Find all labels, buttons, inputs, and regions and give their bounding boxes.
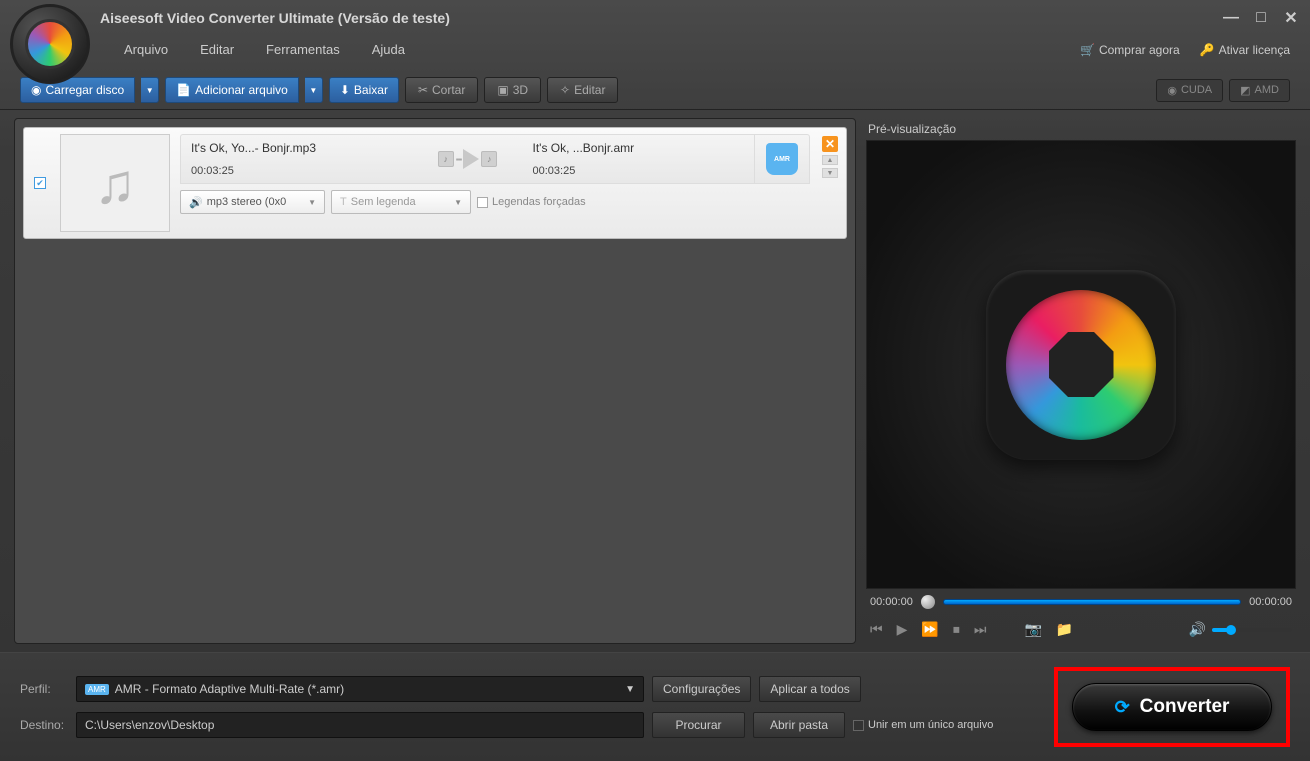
text-icon: T	[340, 196, 347, 208]
source-duration: 00:03:25	[191, 165, 403, 177]
amd-icon: ◩	[1240, 84, 1250, 97]
editar-button[interactable]: ✧Editar	[547, 77, 618, 103]
amd-badge[interactable]: ◩AMD	[1229, 79, 1290, 102]
convert-highlight: ⟳ Converter	[1054, 667, 1290, 747]
preview-placeholder-icon	[986, 270, 1176, 460]
maximize-button[interactable]: □	[1252, 9, 1270, 27]
destino-label: Destino:	[20, 718, 68, 732]
folder-button[interactable]: 📁	[1056, 621, 1073, 638]
toolbar: ◉Carregar disco ▼ 📄Adicionar arquivo ▼ ⬇…	[0, 71, 1310, 110]
adicionar-arquivo-button[interactable]: 📄Adicionar arquivo	[165, 77, 299, 103]
disc-icon: ◉	[31, 83, 41, 97]
format-badge[interactable]: AMR	[754, 134, 809, 184]
baixar-button[interactable]: ⬇Baixar	[329, 77, 399, 103]
cart-icon: 🛒	[1080, 43, 1095, 57]
audio-track-select[interactable]: 🔊mp3 stereo (0x0▼	[180, 190, 325, 214]
move-up-button[interactable]: ▲	[822, 155, 838, 165]
perfil-label: Perfil:	[20, 682, 68, 696]
preview-label: Pré-visualização	[866, 118, 1296, 140]
menu-editar[interactable]: Editar	[196, 36, 238, 63]
titlebar: Aiseesoft Video Converter Ultimate (Vers…	[0, 0, 1310, 36]
cortar-button[interactable]: ✂Cortar	[405, 77, 478, 103]
app-logo-icon	[10, 4, 90, 84]
time-current: 00:00:00	[870, 596, 913, 608]
timeline-track[interactable]	[943, 599, 1241, 605]
abrir-pasta-button[interactable]: Abrir pasta	[753, 712, 845, 738]
amr-icon: AMR	[85, 684, 109, 695]
chevron-down-icon: ▼	[625, 684, 635, 695]
snapshot-button[interactable]: 📷	[1024, 621, 1041, 638]
aplicar-todos-button[interactable]: Aplicar a todos	[759, 676, 860, 702]
unir-checkbox[interactable]: Unir em um único arquivo	[853, 719, 993, 731]
refresh-icon: ⟳	[1115, 697, 1130, 718]
configuracoes-button[interactable]: Configurações	[652, 676, 751, 702]
cuda-badge[interactable]: ◉CUDA	[1156, 79, 1223, 102]
perfil-dropdown[interactable]: AMRAMR - Formato Adaptive Multi-Rate (*.…	[76, 676, 644, 702]
converter-button[interactable]: ⟳ Converter	[1072, 683, 1272, 731]
play-button[interactable]: ▶	[897, 621, 908, 638]
carregar-disco-dropdown[interactable]: ▼	[141, 77, 159, 103]
preview-video	[866, 140, 1296, 589]
prev-button[interactable]: ⏮	[870, 621, 883, 638]
download-icon: ⬇	[340, 83, 350, 97]
speaker-icon: 🔊	[189, 196, 203, 209]
add-file-icon: 📄	[176, 83, 191, 97]
file-list: ✔ ♫ It's Ok, Yo...- Bonjr.mp3 00:03:25 ♪…	[14, 118, 856, 644]
next-button[interactable]: ⏭	[974, 621, 987, 638]
conversion-arrow-icon: ♪ ▪▪▪ ♪	[413, 149, 523, 169]
header: Arquivo Editar Ferramentas Ajuda 🛒Compra…	[0, 36, 1310, 71]
menu-ferramentas[interactable]: Ferramentas	[262, 36, 344, 63]
scissors-icon: ✂	[418, 83, 428, 97]
close-button[interactable]: ✕	[1282, 9, 1300, 27]
edit-icon: ✧	[560, 83, 570, 97]
nvidia-icon: ◉	[1167, 84, 1177, 97]
procurar-button[interactable]: Procurar	[652, 712, 745, 738]
3d-icon: ▣	[497, 83, 508, 97]
time-total: 00:00:00	[1249, 596, 1292, 608]
stop-button[interactable]: ⏹	[953, 621, 960, 638]
comprar-link[interactable]: 🛒Comprar agora	[1080, 43, 1180, 57]
preview-panel: Pré-visualização 00:00:00 00:00:00 ⏮ ▶ ⏩…	[866, 118, 1296, 644]
volume-icon[interactable]: 🔊	[1189, 621, 1206, 638]
dest-filename: It's Ok, ...Bonjr.amr	[533, 141, 745, 155]
adicionar-arquivo-dropdown[interactable]: ▼	[305, 77, 323, 103]
window-title: Aiseesoft Video Converter Ultimate (Vers…	[100, 10, 1210, 26]
file-checkbox[interactable]: ✔	[34, 177, 46, 189]
ativar-link[interactable]: 🔑Ativar licença	[1200, 43, 1290, 57]
file-thumbnail: ♫	[60, 134, 170, 232]
fast-forward-button[interactable]: ⏩	[921, 621, 938, 638]
menu-ajuda[interactable]: Ajuda	[368, 36, 409, 63]
remove-file-button[interactable]: ✕	[822, 136, 838, 152]
forced-subtitles-checkbox[interactable]: Legendas forçadas	[477, 196, 586, 208]
menubar: Arquivo Editar Ferramentas Ajuda	[120, 36, 1080, 63]
music-note-icon: ♫	[94, 151, 136, 216]
key-icon: 🔑	[1200, 43, 1215, 57]
volume-slider[interactable]	[1212, 628, 1292, 632]
move-down-button[interactable]: ▼	[822, 168, 838, 178]
amr-icon: AMR	[766, 143, 798, 175]
timeline-knob[interactable]	[921, 595, 935, 609]
minimize-button[interactable]: —	[1222, 9, 1240, 27]
timeline[interactable]: 00:00:00 00:00:00	[866, 589, 1296, 615]
source-filename: It's Ok, Yo...- Bonjr.mp3	[191, 141, 403, 155]
menu-arquivo[interactable]: Arquivo	[120, 36, 172, 63]
destino-input[interactable]: C:\Users\enzov\Desktop	[76, 712, 644, 738]
subtitle-select[interactable]: TSem legenda▼	[331, 190, 471, 214]
file-item[interactable]: ✔ ♫ It's Ok, Yo...- Bonjr.mp3 00:03:25 ♪…	[23, 127, 847, 239]
3d-button[interactable]: ▣3D	[484, 77, 541, 103]
dest-duration: 00:03:25	[533, 165, 745, 177]
bottom-panel: Perfil: AMRAMR - Formato Adaptive Multi-…	[0, 652, 1310, 761]
